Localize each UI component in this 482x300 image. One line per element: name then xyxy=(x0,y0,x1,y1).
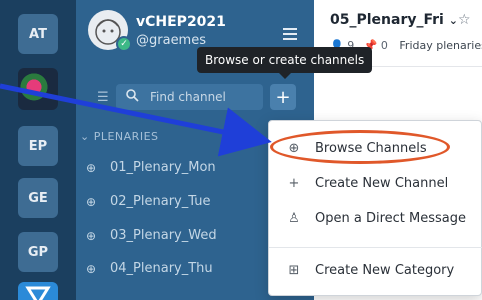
channel-name: 01_Plenary_Mon xyxy=(110,160,216,175)
filter-icon[interactable]: ☰ xyxy=(97,90,109,105)
app-window: AT EP GE GP ✓ vCHEP2021 @graemes ☰ Find … xyxy=(0,0,482,300)
category-header-plenaries[interactable]: ⌄ PLENARIES xyxy=(80,130,159,143)
plus-icon: + xyxy=(288,175,300,191)
username: @graemes xyxy=(136,33,206,48)
chevron-down-icon: ⌄ xyxy=(448,14,458,27)
search-placeholder: Find channel xyxy=(150,90,226,104)
globe-icon: ⊕ xyxy=(86,194,97,209)
sidebar-item-channel[interactable]: ⊕ 01_Plenary_Mon xyxy=(86,160,216,175)
team-button-ep[interactable]: EP xyxy=(18,126,58,166)
main-menu-icon[interactable] xyxy=(283,28,297,40)
team-button-ge[interactable]: GE xyxy=(18,178,58,218)
sidebar-item-channel[interactable]: ⊕ 03_Plenary_Wed xyxy=(86,228,217,243)
tooltip-arrow xyxy=(279,73,291,79)
find-channel-button[interactable]: Find channel xyxy=(116,84,263,110)
menu-item-label: Create New Channel xyxy=(315,175,449,191)
channel-name: 04_Plenary_Thu xyxy=(110,261,213,276)
channel-name: 03_Plenary_Wed xyxy=(110,228,217,243)
team-button-at[interactable]: AT xyxy=(18,14,58,54)
channel-description: Friday plenaries xyxy=(399,39,482,52)
chevron-down-icon: ⌄ xyxy=(80,130,90,143)
sidebar-item-channel[interactable]: ⊕ 02_Plenary_Tue xyxy=(86,194,210,209)
menu-item-direct-message[interactable]: ♙ Open a Direct Message xyxy=(269,203,482,233)
team-button-image[interactable] xyxy=(18,68,58,110)
add-channel-button[interactable]: + xyxy=(270,84,296,110)
team-name[interactable]: vCHEP2021 xyxy=(136,14,226,30)
globe-icon: ⊕ xyxy=(86,160,97,175)
menu-item-create-category[interactable]: ⊞ Create New Category xyxy=(269,255,482,285)
sidebar-item-channel[interactable]: ⊕ 04_Plenary_Thu xyxy=(86,261,213,276)
globe-icon: ⊕ xyxy=(86,228,97,243)
channel-title-text: 05_Plenary_Fri xyxy=(330,12,444,28)
online-status-icon: ✓ xyxy=(116,36,132,52)
team-label: GP xyxy=(27,244,49,260)
team-sidebar: AT EP GE GP xyxy=(0,0,76,300)
person-plus-icon: ♙ xyxy=(288,210,300,226)
star-icon[interactable]: ☆ xyxy=(458,12,471,28)
triangle-logo-icon xyxy=(25,286,51,300)
category-label: PLENARIES xyxy=(93,130,159,143)
team-label: GE xyxy=(28,190,48,206)
team-button-gp[interactable]: GP xyxy=(18,232,58,272)
channel-name: 02_Plenary_Tue xyxy=(110,194,211,209)
tooltip: Browse or create channels xyxy=(197,47,373,73)
team-label: EP xyxy=(28,138,48,154)
menu-divider xyxy=(269,247,482,248)
menu-item-label: Create New Category xyxy=(315,262,455,278)
team-label: AT xyxy=(29,26,47,42)
menu-item-create-channel[interactable]: + Create New Channel xyxy=(269,168,482,198)
search-icon xyxy=(126,89,139,106)
menu-item-label: Open a Direct Message xyxy=(315,210,466,226)
folder-plus-icon: ⊞ xyxy=(288,262,300,278)
team-button-logo[interactable] xyxy=(18,282,58,300)
globe-icon: ⊕ xyxy=(86,261,97,276)
pinned-count-value: 0 xyxy=(380,39,388,52)
channel-title[interactable]: 05_Plenary_Fri ⌄ xyxy=(330,12,458,28)
highlight-oval xyxy=(270,130,450,164)
plus-icon: + xyxy=(275,86,291,108)
